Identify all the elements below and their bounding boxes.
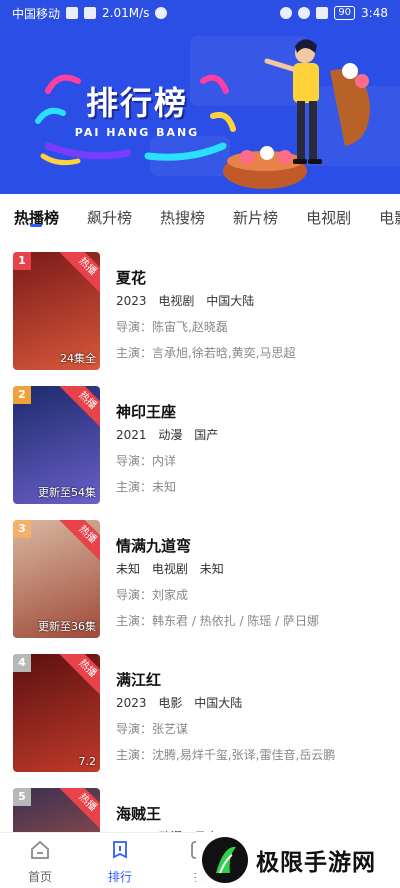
item-info: 神印王座 2021 动漫 国产 导演：内详 主演：未知 <box>116 401 386 496</box>
vibrate-icon <box>316 7 329 19</box>
rank-badge: 4 <box>13 654 31 672</box>
hot-ribbon: 热播 <box>58 386 100 430</box>
item-region: 未知 <box>199 562 224 576</box>
site-watermark: 极限手游网 <box>196 832 400 888</box>
item-meta: 2023 电视剧 中国大陆 <box>116 292 386 310</box>
nav-rank[interactable]: 排行 <box>90 839 150 885</box>
signal-icon <box>84 7 97 19</box>
status-bar: 中国移动 2.01M/s 90 3:48 <box>0 0 400 26</box>
item-title[interactable]: 夏花 <box>116 267 386 289</box>
status-left: 中国移动 2.01M/s <box>12 5 168 22</box>
item-meta: 2021 动漫 国产 <box>116 426 386 444</box>
item-title[interactable]: 神印王座 <box>116 401 386 423</box>
watermark-text: 极限手游网 <box>256 850 376 876</box>
item-title[interactable]: 海贼王 <box>116 803 386 825</box>
hot-ribbon: 热播 <box>58 654 100 698</box>
rank-badge: 3 <box>13 520 31 538</box>
list-item[interactable]: 3 热播 更新至36集 情满九道弯 未知 电视剧 未知 导演：刘家成 主演：韩东… <box>0 508 400 642</box>
item-cast: 主演：未知 <box>116 480 177 494</box>
rating-caption: 7.2 <box>78 755 97 768</box>
item-type: 电视剧 <box>158 294 195 308</box>
poster-image[interactable]: 2 热播 更新至54集 <box>13 386 100 504</box>
active-tab-indicator <box>30 224 42 227</box>
poster-image[interactable]: 4 热播 7.2 <box>13 654 100 772</box>
item-director: 导演：内详 <box>116 454 177 468</box>
item-year: 2023 <box>116 294 147 308</box>
item-region: 国产 <box>194 428 219 442</box>
tab-rising[interactable]: 飙升榜 <box>87 207 132 228</box>
item-year: 2023 <box>116 696 147 710</box>
illustration-person <box>223 39 370 189</box>
ranking-tabs: 热播榜 飙升榜 热搜榜 新片榜 电视剧 电影 <box>0 194 400 240</box>
carrier-label: 中国移动 <box>12 6 61 21</box>
banner-title-block: 排行榜 PAI HANG BANG <box>62 78 212 139</box>
item-director: 导演：张艺谋 <box>116 722 189 736</box>
item-director: 导演：陈宙飞,赵晓磊 <box>116 320 228 334</box>
item-info: 夏花 2023 电视剧 中国大陆 导演：陈宙飞,赵晓磊 主演：言承旭,徐若晗,黄… <box>116 267 386 362</box>
episode-caption: 24集全 <box>60 352 96 365</box>
ranking-list: 1 热播 24集全 夏花 2023 电视剧 中国大陆 导演：陈宙飞,赵晓磊 主演… <box>0 240 400 832</box>
item-year: 2021 <box>116 428 147 442</box>
alarm-icon <box>280 7 293 19</box>
hot-ribbon: 热播 <box>58 520 100 564</box>
nav-home[interactable]: 首页 <box>10 839 70 885</box>
poster-image[interactable]: 3 热播 更新至36集 <box>13 520 100 638</box>
home-icon <box>31 840 49 859</box>
rank-badge: 5 <box>13 788 31 806</box>
item-title[interactable]: 情满九道弯 <box>116 535 386 557</box>
list-item[interactable]: 2 热播 更新至54集 神印王座 2021 动漫 国产 导演：内详 主演：未知 <box>0 374 400 508</box>
item-title[interactable]: 满江红 <box>116 669 386 691</box>
list-item[interactable]: 1 热播 24集全 夏花 2023 电视剧 中国大陆 导演：陈宙飞,赵晓磊 主演… <box>0 240 400 374</box>
episode-caption: 更新至54集 <box>38 486 96 499</box>
rank-badge: 2 <box>13 386 31 404</box>
status-right: 90 3:48 <box>280 6 388 20</box>
item-type: 电视剧 <box>151 562 188 576</box>
banner-title: 排行榜 <box>85 84 188 122</box>
ranking-banner: 排行榜 PAI HANG BANG <box>0 26 400 194</box>
network-speed: 2.01M/s <box>102 6 150 20</box>
poster-image[interactable]: 1 热播 24集全 <box>13 252 100 370</box>
item-region: 中国大陆 <box>194 696 243 710</box>
item-info: 情满九道弯 未知 电视剧 未知 导演：刘家成 主演：韩东君 / 热依扎 / 陈瑶… <box>116 535 386 630</box>
item-type: 动漫 <box>158 428 183 442</box>
banner-subtitle: PAI HANG BANG <box>74 126 200 139</box>
rank-icon <box>113 841 127 859</box>
item-director: 导演：刘家成 <box>116 588 189 602</box>
watermark-logo-icon <box>202 837 248 883</box>
tab-movie[interactable]: 电影 <box>379 207 400 228</box>
item-region: 中国大陆 <box>206 294 255 308</box>
hot-ribbon: 热播 <box>58 252 100 296</box>
item-cast: 主演：沈腾,易烊千玺,张译,雷佳音,岳云鹏 <box>116 748 336 762</box>
rank-badge: 1 <box>13 252 31 270</box>
battery-indicator: 90 <box>334 6 356 20</box>
nav-home-label: 首页 <box>27 870 52 884</box>
location-icon <box>298 7 311 19</box>
tab-tv-series[interactable]: 电视剧 <box>306 207 351 228</box>
notification-icon <box>155 7 168 19</box>
item-meta: 2023 电影 中国大陆 <box>116 694 386 712</box>
item-info: 满江红 2023 电影 中国大陆 导演：张艺谋 主演：沈腾,易烊千玺,张译,雷佳… <box>116 669 386 764</box>
item-type: 电影 <box>158 696 183 710</box>
item-year: 未知 <box>116 562 141 576</box>
list-item[interactable]: 4 热播 7.2 满江红 2023 电影 中国大陆 导演：张艺谋 主演：沈腾,易… <box>0 642 400 776</box>
item-meta: 未知 电视剧 未知 <box>116 560 386 578</box>
clock: 3:48 <box>361 6 388 20</box>
hd-icon <box>66 7 79 19</box>
episode-caption: 更新至36集 <box>38 620 96 633</box>
item-info: 海贼王 1999 动漫 日本 <box>116 803 386 832</box>
item-cast: 主演：韩东君 / 热依扎 / 陈瑶 / 萨日娜 <box>116 614 320 628</box>
poster-image[interactable]: 5 热播 <box>13 788 100 832</box>
list-item[interactable]: 5 热播 海贼王 1999 动漫 日本 <box>0 776 400 832</box>
nav-rank-label: 排行 <box>107 870 132 884</box>
hot-ribbon: 热播 <box>58 788 100 832</box>
tab-hot-search[interactable]: 热搜榜 <box>160 207 205 228</box>
tab-new-release[interactable]: 新片榜 <box>233 207 278 228</box>
item-cast: 主演：言承旭,徐若晗,黄奕,马思超 <box>116 346 296 360</box>
